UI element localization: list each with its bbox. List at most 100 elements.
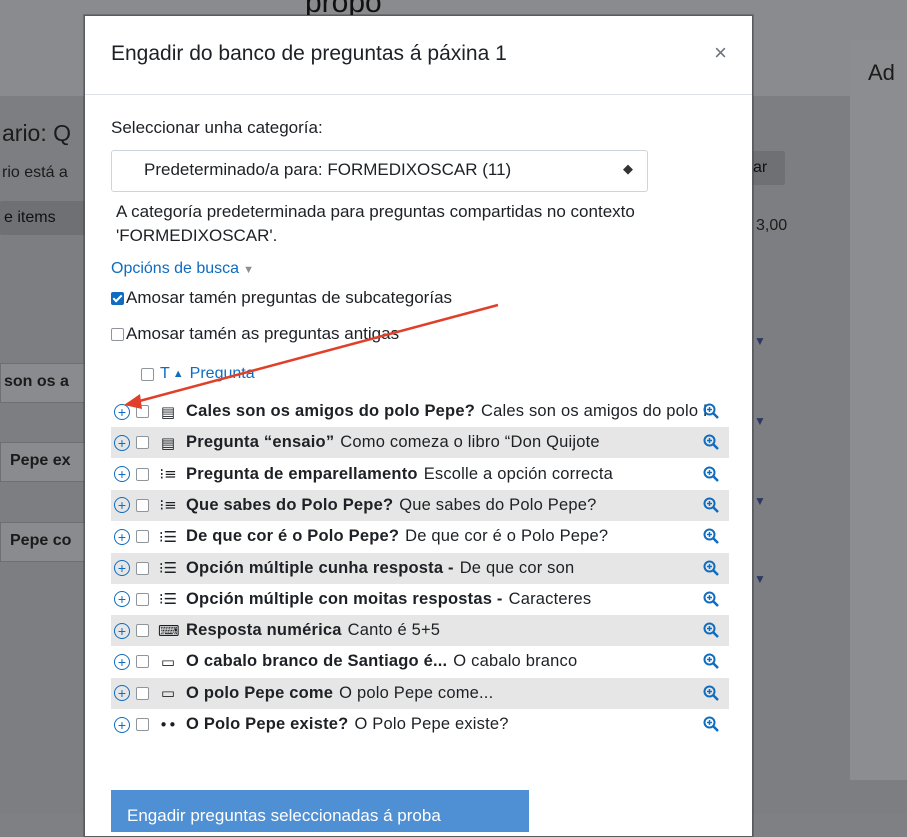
question-name: O polo Pepe come	[186, 683, 334, 702]
preview-zoom-icon[interactable]	[703, 716, 719, 732]
add-question-icon[interactable]: +	[114, 716, 130, 733]
table-header: T ▲ Pregunta	[141, 365, 255, 383]
modal-title: Engadir do banco de preguntas á páxina 1	[111, 42, 507, 65]
background-items-button: e items	[0, 201, 94, 235]
subcategories-checkbox[interactable]	[111, 291, 124, 305]
numerical-icon: ⌨	[158, 621, 180, 640]
multichoice-icon: ⁝☰	[158, 559, 178, 577]
old-questions-option[interactable]: Amosar tamén as preguntas antigas	[111, 324, 399, 344]
preview-zoom-icon[interactable]	[703, 434, 719, 451]
question-checkbox[interactable]	[136, 530, 149, 544]
old-questions-checkbox[interactable]	[111, 327, 124, 341]
question-checkbox[interactable]	[136, 592, 149, 606]
question-checkbox[interactable]	[136, 498, 149, 512]
background-row-text: Pepe co	[10, 532, 72, 549]
question-checkbox[interactable]	[136, 561, 149, 575]
question-row[interactable]: + ⁝☰ Opción múltiple cunha resposta - De qu…	[111, 552, 729, 584]
preview-zoom-icon[interactable]	[703, 497, 719, 513]
matching-icon: ⁝≡	[159, 496, 177, 515]
question-row[interactable]: + ⁝☰ Opción múltiple con moitas respostas …	[111, 584, 729, 615]
add-selected-questions-button[interactable]: Engadir preguntas seleccionadas á proba	[111, 790, 529, 832]
add-question-icon[interactable]: +	[114, 434, 130, 451]
preview-zoom-icon[interactable]	[703, 528, 719, 545]
add-question-icon[interactable]: +	[114, 653, 130, 670]
multichoice-icon: ⁝☰	[158, 527, 178, 546]
background-caret-icon: ▼	[754, 414, 766, 428]
question-text: Pregunta de emparellamento Escolle a opci…	[186, 465, 706, 484]
question-row[interactable]: + ▤ Cales son os amigos do polo Pepe? Cales…	[111, 396, 729, 427]
question-checkbox[interactable]	[136, 686, 149, 700]
background-title-fragment: ario: Q	[2, 120, 72, 146]
caret-down-icon: ▼	[243, 264, 254, 276]
search-options-label: Opcións de busca	[111, 260, 240, 277]
question-name: Cales son os amigos do polo Pepe?	[186, 402, 475, 420]
preview-zoom-icon[interactable]	[703, 622, 719, 638]
question-name: De que cor é o Polo Pepe?	[186, 527, 400, 546]
category-select[interactable]: Predeterminado/a para: FORMEDIXOSCAR (11…	[111, 150, 648, 192]
background-caret-icon: ▼	[754, 494, 766, 508]
question-snippet: O polo Pepe come...	[339, 683, 494, 702]
question-snippet: Caracteres	[508, 589, 592, 608]
question-name: Opción múltiple cunha resposta -	[186, 558, 454, 577]
subcategories-option[interactable]: Amosar tamén preguntas de subcategorías	[111, 288, 452, 308]
question-name: Resposta numérica	[186, 621, 342, 640]
type-column-header[interactable]: T	[160, 365, 170, 383]
question-row[interactable]: + ⁝≡ Pregunta de emparellamento Escolle a o…	[111, 459, 729, 490]
shortanswer-icon: ▭	[160, 652, 176, 671]
question-checkbox[interactable]	[136, 624, 149, 638]
close-icon[interactable]: ×	[714, 40, 727, 66]
add-question-icon[interactable]: +	[114, 685, 130, 702]
question-name: O Polo Pepe existe?	[186, 715, 349, 733]
question-text: O cabalo branco de Santiago é... O cabalo…	[186, 652, 706, 671]
preview-zoom-icon[interactable]	[703, 466, 719, 482]
question-row[interactable]: + ▭ O polo Pepe come O polo Pepe come...	[111, 677, 729, 709]
question-text: Opción múltiple cunha resposta - De que c…	[186, 559, 706, 578]
add-question-icon[interactable]: +	[114, 497, 130, 514]
question-name: O cabalo branco de Santiago é...	[186, 652, 448, 671]
question-checkbox[interactable]	[136, 436, 149, 450]
question-column-header[interactable]: Pregunta	[190, 365, 255, 383]
question-row[interactable]: + ⁝≡ Que sabes do Polo Pepe? Que sabes do P…	[111, 489, 729, 521]
preview-zoom-icon[interactable]	[703, 560, 719, 576]
add-question-icon[interactable]: +	[114, 591, 130, 608]
question-snippet: De que cor é o Polo Pepe?	[405, 527, 609, 546]
preview-zoom-icon[interactable]	[703, 403, 719, 419]
question-snippet: Escolle a opción correcta	[423, 464, 614, 483]
category-label: Seleccionar unha categoría:	[111, 118, 323, 137]
question-checkbox[interactable]	[136, 655, 149, 669]
add-question-icon[interactable]: +	[114, 528, 130, 545]
question-checkbox[interactable]	[136, 467, 149, 481]
question-text: Resposta numérica Canto é 5+5	[186, 621, 706, 640]
add-question-icon[interactable]: +	[114, 622, 130, 639]
question-text: Opción múltiple con moitas respostas - Ca…	[186, 590, 706, 609]
question-row[interactable]: + ⁝☰ De que cor é o Polo Pepe? De que cor é…	[111, 521, 729, 552]
question-bank-modal: Engadir do banco de preguntas á páxina 1…	[84, 15, 753, 837]
question-text: O polo Pepe come O polo Pepe come...	[186, 684, 706, 703]
add-question-icon[interactable]: +	[114, 403, 130, 420]
essay-icon: ▤	[160, 433, 176, 452]
preview-zoom-icon[interactable]	[703, 653, 719, 670]
preview-zoom-icon[interactable]	[703, 685, 719, 701]
add-question-icon[interactable]: +	[114, 466, 130, 483]
add-question-icon[interactable]: +	[114, 560, 130, 576]
question-row[interactable]: + •• O Polo Pepe existe? O Polo Pepe existe…	[111, 709, 729, 740]
question-row[interactable]: + ▤ Pregunta “ensaio” Como comeza o libro “…	[111, 427, 729, 459]
question-name: Pregunta de emparellamento	[186, 464, 418, 483]
sort-up-icon[interactable]: ▲	[173, 368, 184, 380]
question-snippet: Que sabes do Polo Pepe?	[399, 495, 597, 514]
preview-zoom-icon[interactable]	[703, 591, 719, 607]
question-checkbox[interactable]	[136, 405, 149, 418]
question-row[interactable]: + ⌨ Resposta numérica Canto é 5+5	[111, 615, 729, 647]
question-row[interactable]: + ▭ O cabalo branco de Santiago é... O caba…	[111, 646, 729, 677]
search-options-toggle[interactable]: Opcións de busca ▼	[111, 260, 254, 278]
question-checkbox[interactable]	[136, 718, 149, 731]
question-name: Que sabes do Polo Pepe?	[186, 495, 394, 514]
background-caret-icon: ▼	[754, 572, 766, 586]
question-snippet: Cales son os amigos do polo Pepe?	[481, 402, 706, 420]
background-text-fragment: rio está a	[2, 164, 68, 181]
select-all-checkbox[interactable]	[141, 367, 154, 381]
truefalse-icon: ••	[159, 715, 177, 734]
question-name: Opción múltiple con moitas respostas -	[186, 589, 503, 608]
background-right-panel	[850, 40, 907, 780]
question-text: O Polo Pepe existe? O Polo Pepe existe?	[186, 715, 706, 734]
